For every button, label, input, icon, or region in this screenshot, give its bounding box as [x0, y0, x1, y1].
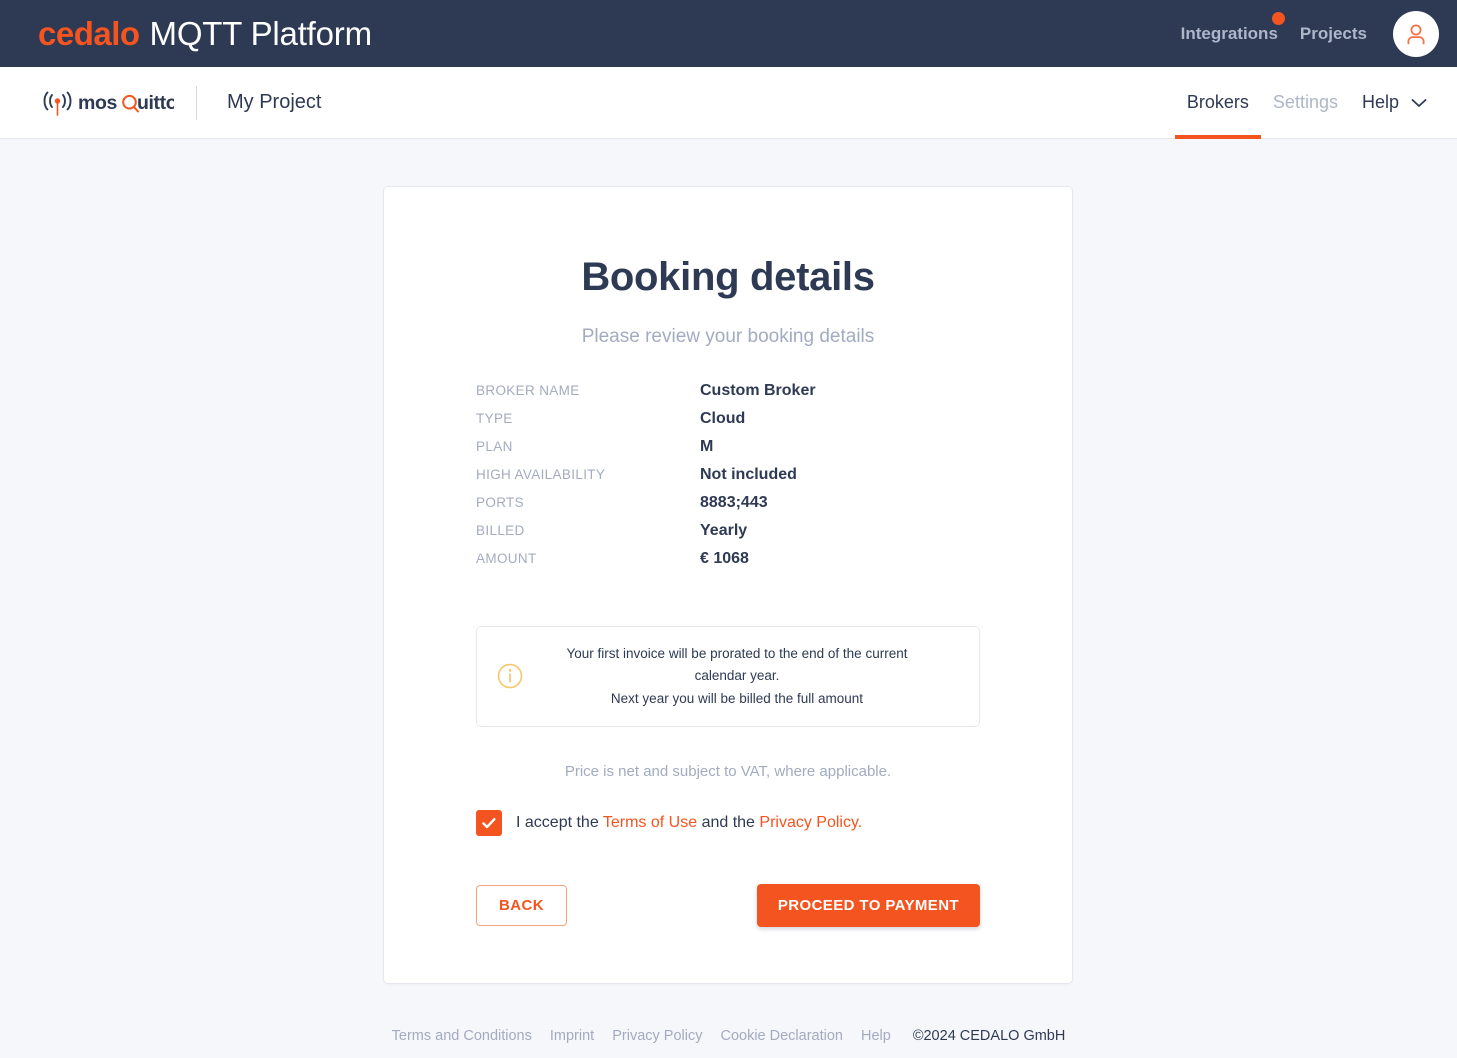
subnav-divider [196, 85, 197, 120]
tab-brokers-label: Brokers [1186, 92, 1249, 112]
proration-info-line-1: Your first invoice will be prorated to t… [566, 646, 908, 684]
booking-details-list: BROKER NAME Custom Broker TYPE Cloud PLA… [476, 382, 980, 578]
privacy-policy-link[interactable]: Privacy Policy. [759, 814, 862, 831]
top-link-integrations[interactable]: Integrations [1180, 11, 1285, 44]
proration-info-box: Your first invoice will be prorated to t… [476, 626, 980, 727]
accept-terms-label: I accept the Terms of Use and the Privac… [516, 814, 862, 832]
vat-note: Price is net and subject to VAT, where a… [564, 762, 892, 780]
sub-nav: mos uitto My Project Brokers Settings He… [0, 67, 1457, 139]
svg-text:uitto: uitto [137, 92, 174, 114]
terms-of-use-link[interactable]: Terms of Use [603, 814, 697, 831]
top-bar-right: Integrations Projects [1180, 10, 1439, 57]
proration-info-line-2: Next year you will be billed the full am… [610, 690, 864, 706]
page-title: Booking details [581, 255, 875, 299]
detail-label: BROKER NAME [476, 383, 580, 398]
detail-value: Cloud [700, 410, 746, 427]
detail-row-type: TYPE Cloud [476, 410, 980, 438]
footer-link-cookie-declaration[interactable]: Cookie Declaration [720, 1028, 843, 1044]
detail-value: 8883;443 [700, 494, 768, 511]
mosquitto-logo[interactable]: mos uitto [38, 86, 174, 120]
svg-text:mos: mos [78, 92, 117, 114]
accept-terms-row: I accept the Terms of Use and the Privac… [476, 809, 980, 836]
footer-link-help[interactable]: Help [861, 1028, 891, 1044]
tab-brokers[interactable]: Brokers [1174, 67, 1261, 139]
tab-help-label: Help [1361, 92, 1399, 112]
tab-settings-label: Settings [1272, 92, 1338, 112]
detail-value: Custom Broker [700, 382, 816, 399]
brand-product: MQTT Platform [149, 14, 373, 52]
footer-link-imprint[interactable]: Imprint [550, 1028, 594, 1044]
top-bar: cedalo MQTT Platform Integrations Projec… [0, 0, 1457, 67]
detail-value: € 1068 [700, 550, 749, 567]
notification-dot-icon [1271, 11, 1285, 25]
brand-logo[interactable]: cedalo MQTT Platform [38, 15, 372, 53]
detail-label: PLAN [476, 439, 513, 454]
footer: Terms and Conditions Imprint Privacy Pol… [0, 1028, 1457, 1044]
detail-row-ports: PORTS 8883;443 [476, 494, 980, 522]
proration-info-text: Your first invoice will be prorated to t… [541, 643, 959, 710]
detail-value: Yearly [700, 522, 748, 539]
footer-copyright: ©2024 CEDALO GmbH [912, 1028, 1066, 1044]
sub-nav-tabs: Brokers Settings Help [1174, 67, 1439, 139]
accept-middle: and the [697, 813, 760, 831]
brand-name: cedalo [38, 14, 140, 52]
footer-link-privacy-policy[interactable]: Privacy Policy [612, 1028, 702, 1044]
main-content: Booking details Please review your booki… [0, 139, 1457, 1058]
checkmark-icon [482, 817, 496, 828]
booking-details-card: Booking details Please review your booki… [383, 186, 1073, 984]
info-circle-icon [497, 663, 523, 689]
detail-label: HIGH AVAILABILITY [476, 467, 606, 482]
mosquitto-logo-icon: mos uitto [43, 91, 174, 116]
detail-row-amount: AMOUNT € 1068 [476, 550, 980, 578]
user-avatar-icon [1407, 24, 1425, 44]
card-actions: BACK PROCEED TO PAYMENT [476, 883, 980, 927]
detail-value: Not included [700, 466, 797, 483]
top-link-projects-label: Projects [1299, 23, 1367, 43]
top-link-projects[interactable]: Projects [1300, 24, 1367, 44]
detail-row-plan: PLAN M [476, 438, 980, 466]
detail-row-high-availability: HIGH AVAILABILITY Not included [476, 466, 980, 494]
detail-row-broker-name: BROKER NAME Custom Broker [476, 382, 980, 410]
detail-label: BILLED [476, 523, 525, 538]
project-name[interactable]: My Project [227, 91, 321, 114]
detail-label: AMOUNT [476, 551, 537, 566]
top-link-integrations-label: Integrations [1180, 23, 1278, 43]
footer-link-terms-and-conditions[interactable]: Terms and Conditions [392, 1028, 532, 1044]
page-subtitle: Please review your booking details [581, 326, 875, 347]
avatar[interactable] [1393, 10, 1439, 57]
detail-value: M [700, 438, 714, 455]
chevron-down-icon [1411, 98, 1427, 108]
accept-terms-checkbox[interactable] [476, 809, 502, 836]
detail-label: PORTS [476, 495, 525, 510]
tab-help[interactable]: Help [1350, 67, 1439, 138]
detail-label: TYPE [476, 411, 513, 426]
tab-settings[interactable]: Settings [1261, 67, 1350, 138]
proceed-to-payment-button[interactable]: PROCEED TO PAYMENT [756, 883, 980, 927]
accept-prefix: I accept the [516, 813, 603, 831]
back-button[interactable]: BACK [476, 884, 567, 926]
detail-row-billed: BILLED Yearly [476, 522, 980, 550]
